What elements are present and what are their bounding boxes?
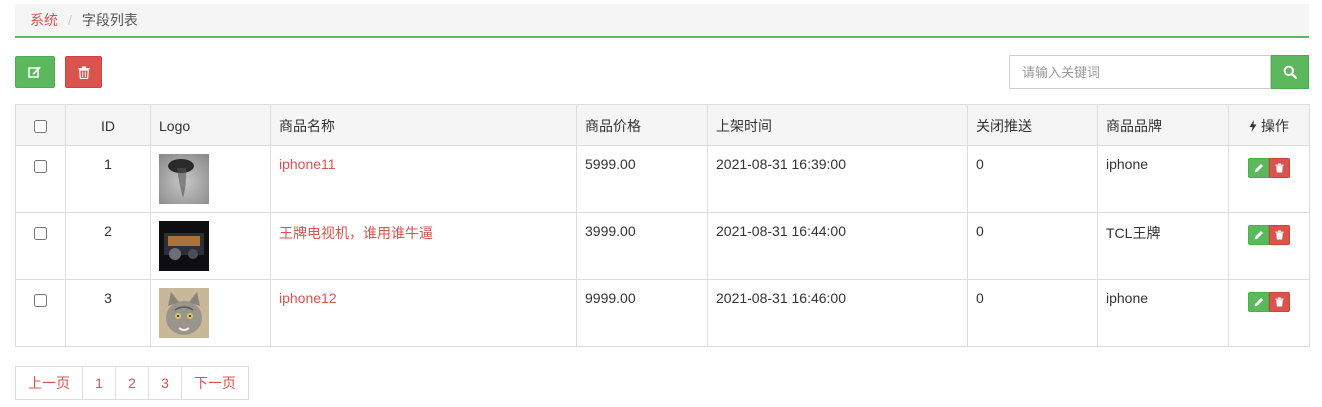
pagination-page-3[interactable]: 3 bbox=[148, 366, 182, 400]
row-delete-button[interactable] bbox=[1269, 292, 1290, 312]
header-push: 关闭推送 bbox=[967, 104, 1098, 146]
edit-icon bbox=[28, 66, 41, 78]
breadcrumb-current: 字段列表 bbox=[81, 12, 138, 28]
row-push: 0 bbox=[967, 145, 1098, 213]
bolt-icon bbox=[1249, 119, 1257, 132]
product-name-link[interactable]: iphone11 bbox=[279, 156, 336, 172]
row-logo-cell bbox=[150, 279, 271, 347]
row-select-cell bbox=[15, 279, 66, 347]
row-time: 2021-08-31 16:44:00 bbox=[707, 212, 968, 280]
search-icon bbox=[1283, 65, 1297, 79]
row-edit-button[interactable] bbox=[1248, 158, 1269, 178]
row-logo-cell bbox=[150, 212, 271, 280]
breadcrumb: 系统 / 字段列表 bbox=[15, 4, 1309, 38]
pagination-prev[interactable]: 上一页 bbox=[15, 366, 83, 400]
search-input[interactable] bbox=[1009, 55, 1271, 89]
select-all-checkbox[interactable] bbox=[34, 120, 47, 134]
row-id: 1 bbox=[65, 145, 151, 213]
row-select-cell bbox=[15, 212, 66, 280]
row-time: 2021-08-31 16:46:00 bbox=[707, 279, 968, 347]
row-edit-button[interactable] bbox=[1248, 292, 1269, 312]
search-button[interactable] bbox=[1271, 55, 1309, 89]
header-price: 商品价格 bbox=[576, 104, 708, 146]
add-edit-button[interactable] bbox=[15, 56, 55, 88]
row-name-cell: iphone11 bbox=[270, 145, 577, 213]
product-thumbnail bbox=[159, 154, 209, 204]
product-name-link[interactable]: iphone12 bbox=[279, 290, 337, 306]
pagination: 上一页 1 2 3 下一页 bbox=[15, 366, 249, 400]
header-name: 商品名称 bbox=[270, 104, 577, 146]
row-price: 3999.00 bbox=[576, 212, 708, 280]
row-id: 2 bbox=[65, 212, 151, 280]
breadcrumb-system-link[interactable]: 系统 bbox=[30, 10, 58, 30]
trash-icon bbox=[78, 66, 89, 79]
header-ops-label: 操作 bbox=[1260, 117, 1289, 134]
pagination-page-1[interactable]: 1 bbox=[82, 366, 116, 400]
row-checkbox[interactable] bbox=[34, 294, 47, 308]
header-ops: 操作 bbox=[1228, 104, 1310, 146]
breadcrumb-separator: / bbox=[68, 12, 72, 28]
row-logo-cell bbox=[150, 145, 271, 213]
row-price: 9999.00 bbox=[576, 279, 708, 347]
row-id: 3 bbox=[65, 279, 151, 347]
table-row: 2 王牌电视机，谁用谁牛逼 3999.00 2021-08-31 16:44:0… bbox=[15, 212, 1310, 280]
row-checkbox[interactable] bbox=[34, 227, 47, 241]
row-checkbox[interactable] bbox=[34, 160, 47, 174]
header-logo: Logo bbox=[150, 104, 271, 146]
row-select-cell bbox=[15, 145, 66, 213]
pencil-icon bbox=[1254, 231, 1263, 240]
row-brand: TCL王牌 bbox=[1097, 212, 1229, 280]
row-edit-button[interactable] bbox=[1248, 225, 1269, 245]
row-delete-button[interactable] bbox=[1269, 225, 1290, 245]
row-time: 2021-08-31 16:39:00 bbox=[707, 145, 968, 213]
table-header-row: ID Logo 商品名称 商品价格 上架时间 关闭推送 商品品牌 操作 bbox=[15, 104, 1310, 146]
row-ops-cell bbox=[1228, 145, 1310, 213]
pagination-page-2[interactable]: 2 bbox=[115, 366, 149, 400]
pencil-icon bbox=[1254, 298, 1263, 307]
product-table: ID Logo 商品名称 商品价格 上架时间 关闭推送 商品品牌 操作 1 ip… bbox=[15, 104, 1310, 347]
row-name-cell: 王牌电视机，谁用谁牛逼 bbox=[270, 212, 577, 280]
row-delete-button[interactable] bbox=[1269, 158, 1290, 178]
row-price: 5999.00 bbox=[576, 145, 708, 213]
row-brand: iphone bbox=[1097, 279, 1229, 347]
product-name-link[interactable]: 王牌电视机，谁用谁牛逼 bbox=[279, 225, 433, 241]
product-thumbnail bbox=[159, 221, 209, 271]
trash-icon bbox=[1275, 163, 1284, 173]
trash-icon bbox=[1275, 297, 1284, 307]
header-brand: 商品品牌 bbox=[1097, 104, 1229, 146]
row-push: 0 bbox=[967, 212, 1098, 280]
header-id: ID bbox=[65, 104, 151, 146]
row-name-cell: iphone12 bbox=[270, 279, 577, 347]
row-push: 0 bbox=[967, 279, 1098, 347]
row-ops-cell bbox=[1228, 212, 1310, 280]
pagination-next[interactable]: 下一页 bbox=[181, 366, 249, 400]
batch-delete-button[interactable] bbox=[65, 56, 102, 88]
trash-icon bbox=[1275, 230, 1284, 240]
table-row: 1 iphone11 5999.00 2021-08-31 16:39:00 0… bbox=[15, 145, 1310, 213]
header-time: 上架时间 bbox=[707, 104, 968, 146]
table-row: 3 iphone12 9999.00 2021-08-31 16:46:00 0… bbox=[15, 279, 1310, 347]
row-ops-cell bbox=[1228, 279, 1310, 347]
product-thumbnail bbox=[159, 288, 209, 338]
row-brand: iphone bbox=[1097, 145, 1229, 213]
pencil-icon bbox=[1254, 164, 1263, 173]
header-select-all bbox=[15, 104, 66, 146]
